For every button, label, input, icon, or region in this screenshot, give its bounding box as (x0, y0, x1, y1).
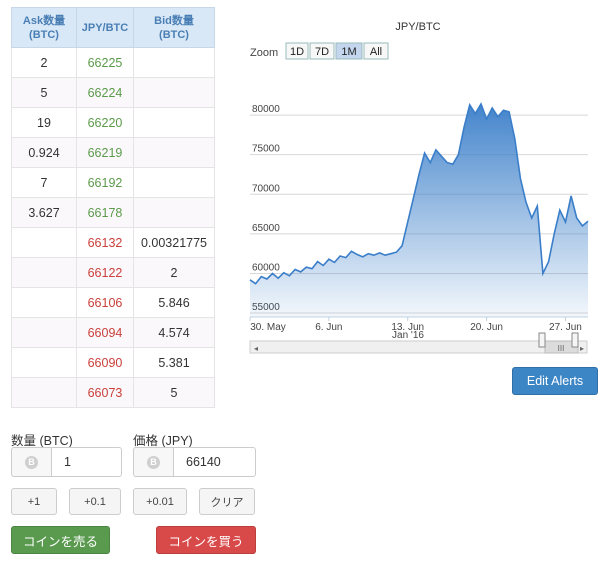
x-tick-label: 6. Jun (315, 322, 342, 333)
quantity-input-group: B (11, 447, 122, 477)
y-tick-label: 70000 (252, 183, 280, 194)
ask-qty-cell: 19 (11, 107, 77, 138)
bid-qty-cell: 2 (133, 257, 215, 288)
bid-qty-cell (133, 77, 215, 108)
chart-title: JPY/BTC (395, 21, 440, 33)
ask-qty-cell (11, 377, 77, 408)
ask-qty-cell: 0.924 (11, 137, 77, 168)
ask-qty-header-label: Ask数量 (BTC) (22, 14, 66, 41)
price-cell: 66073 (76, 377, 134, 408)
price-input-group: B (133, 447, 256, 477)
edit-alerts-button[interactable]: Edit Alerts (512, 367, 598, 395)
order-book-table: Ask数量 (BTC) JPY/BTC Bid数量 (BTC) 2 66225 5… (11, 7, 215, 408)
scrollbar-grip-icon: III (558, 344, 565, 353)
price-chart[interactable]: JPY/BTC Zoom 1D7D1MAll 55000600006500070… (248, 15, 593, 360)
bid-qty-cell: 5.381 (133, 347, 215, 378)
ask-qty-cell (11, 317, 77, 348)
bid-qty-header: Bid数量 (BTC) (133, 7, 215, 48)
ask-qty-cell (11, 347, 77, 378)
scroll-right-icon[interactable]: ▸ (580, 344, 584, 353)
bid-qty-cell (133, 167, 215, 198)
table-row[interactable]: 66132 0.00321775 (11, 227, 215, 258)
price-cell: 66106 (76, 287, 134, 318)
x-tick-label: 30. May (250, 322, 286, 333)
price-cell: 66090 (76, 347, 134, 378)
price-addon: B (133, 447, 173, 477)
zoom-button-label: 1M (341, 46, 356, 58)
price-cell: 66178 (76, 197, 134, 228)
table-row[interactable]: 2 66225 (11, 47, 215, 78)
y-tick-label: 60000 (252, 262, 280, 273)
bid-qty-header-label: Bid数量 (BTC) (154, 14, 194, 41)
ask-qty-cell (11, 227, 77, 258)
table-row[interactable]: 0.924 66219 (11, 137, 215, 168)
scrollbar-track[interactable] (249, 340, 588, 354)
price-cell: 66225 (76, 47, 134, 78)
table-row[interactable]: 66094 4.574 (11, 317, 215, 348)
add-0-1-button[interactable]: +0.1 (69, 488, 121, 515)
price-cell: 66122 (76, 257, 134, 288)
table-row[interactable]: 66073 5 (11, 377, 215, 408)
ask-qty-cell (11, 257, 77, 288)
price-cell: 66192 (76, 167, 134, 198)
y-tick-label: 80000 (252, 104, 280, 115)
zoom-button-group: 1D 7D 1M All (285, 42, 389, 60)
zoom-button-label: 7D (315, 46, 329, 58)
bitcoin-icon: B (147, 455, 160, 469)
order-book-body: 2 66225 5 66224 19 66220 0.924 66219 7 66192 … (11, 47, 215, 408)
bid-qty-cell: 5 (133, 377, 215, 408)
sell-coin-button[interactable]: コインを売る (11, 526, 110, 554)
buy-coin-button[interactable]: コインを買う (156, 526, 256, 554)
add-1-button[interactable]: +1 (11, 488, 57, 515)
zoom-button-label: 1D (290, 46, 304, 58)
table-row[interactable]: 66122 2 (11, 257, 215, 288)
ask-qty-cell: 3.627 (11, 197, 77, 228)
add-0-01-button[interactable]: +0.01 (133, 488, 187, 515)
ask-qty-cell (11, 287, 77, 318)
price-cell: 66132 (76, 227, 134, 258)
scroll-left-icon[interactable]: ◂ (254, 344, 258, 353)
quantity-addon: B (11, 447, 51, 477)
order-book-header-row: Ask数量 (BTC) JPY/BTC Bid数量 (BTC) (11, 7, 215, 48)
bid-qty-cell (133, 197, 215, 228)
table-row[interactable]: 7 66192 (11, 167, 215, 198)
price-header-label: JPY/BTC (81, 21, 129, 34)
zoom-button-label: All (370, 46, 382, 58)
price-input[interactable] (173, 447, 256, 477)
bid-qty-cell: 5.846 (133, 287, 215, 318)
navigator-handle-left[interactable] (538, 332, 546, 348)
ask-qty-cell: 5 (11, 77, 77, 108)
price-cell: 66094 (76, 317, 134, 348)
quantity-input[interactable] (51, 447, 122, 477)
x-tick-label: 27. Jun (549, 322, 582, 333)
ask-qty-cell: 2 (11, 47, 77, 78)
table-row[interactable]: 5 66224 (11, 77, 215, 108)
zoom-label: Zoom (250, 47, 278, 59)
ask-qty-header: Ask数量 (BTC) (11, 7, 77, 48)
x-tick-label: 20. Jun (470, 322, 503, 333)
bid-qty-cell (133, 107, 215, 138)
table-row[interactable]: 66090 5.381 (11, 347, 215, 378)
table-row[interactable]: 66106 5.846 (11, 287, 215, 318)
bitcoin-icon: B (25, 455, 38, 469)
navigator-handle-right[interactable] (571, 332, 579, 348)
table-row[interactable]: 3.627 66178 (11, 197, 215, 228)
clear-button[interactable]: クリア (199, 488, 255, 515)
bid-qty-cell: 4.574 (133, 317, 215, 348)
y-tick-label: 65000 (252, 223, 280, 234)
bid-qty-cell (133, 137, 215, 168)
price-cell: 66220 (76, 107, 134, 138)
ask-qty-cell: 7 (11, 167, 77, 198)
price-header: JPY/BTC (76, 7, 134, 48)
table-row[interactable]: 19 66220 (11, 107, 215, 138)
bid-qty-cell: 0.00321775 (133, 227, 215, 258)
navigator-label: Jan '16 (392, 330, 424, 341)
bid-qty-cell (133, 47, 215, 78)
y-tick-label: 75000 (252, 144, 280, 155)
price-cell: 66219 (76, 137, 134, 168)
price-cell: 66224 (76, 77, 134, 108)
